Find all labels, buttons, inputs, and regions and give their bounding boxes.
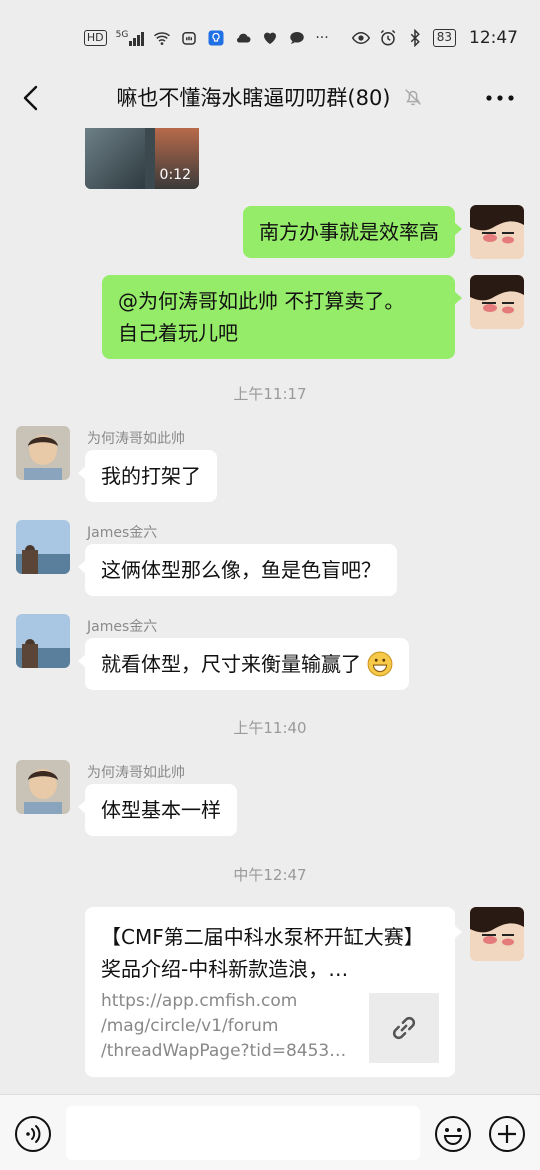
child-photo-avatar-icon	[16, 760, 70, 814]
message-text: 这俩体型那么像，鱼是色盲吧？	[101, 558, 381, 582]
sender-name: 为何涛哥如此帅	[87, 765, 185, 781]
signal-icon: 5G	[116, 30, 145, 46]
chat-bubble-icon	[290, 32, 305, 44]
member-avatar[interactable]	[16, 614, 70, 668]
link-url-line2: /mag/circle/v1/forum	[101, 1016, 279, 1036]
eye-icon	[351, 31, 370, 45]
cartoon-avatar-icon	[470, 275, 524, 329]
chat-title-wrap: 嘛也不懂海水瞎逼叨叨群(80)	[0, 82, 540, 112]
battery-indicator: 83	[432, 29, 456, 47]
message-text-line2: 自己着玩儿吧	[118, 321, 238, 345]
chat-header: 嘛也不懂海水瞎逼叨叨群(80)	[0, 70, 540, 128]
castle-photo-avatar-icon	[16, 614, 70, 668]
message-text: 南方办事就是效率高	[259, 220, 439, 244]
timestamp: 中午12:47	[233, 866, 307, 884]
my-avatar[interactable]	[470, 907, 524, 961]
timestamp: 上午11:17	[233, 385, 307, 403]
video-frame	[85, 128, 145, 189]
heart-pulse-icon	[264, 32, 277, 44]
my-avatar[interactable]	[470, 275, 524, 329]
member-message[interactable]: 我的打架了	[78, 450, 217, 502]
sender-name: 为何涛哥如此帅	[87, 431, 185, 447]
sender-name: James金六	[87, 619, 158, 635]
message-input[interactable]	[66, 1106, 420, 1160]
wifi-icon	[154, 32, 171, 45]
castle-photo-avatar-icon	[16, 520, 70, 574]
message-text: 就看体型，尺寸来衡量输赢了	[101, 652, 361, 676]
my-avatar[interactable]	[470, 205, 524, 259]
member-message[interactable]: 就看体型，尺寸来衡量输赢了	[77, 638, 410, 690]
cartoon-avatar-icon	[470, 205, 524, 259]
sender-name: James金六	[87, 525, 158, 541]
hand-icon	[182, 32, 197, 45]
member-avatar[interactable]	[16, 520, 70, 574]
message-text: 体型基本一样	[101, 798, 221, 822]
link-url: https://app.cmfish.com /mag/circle/v1/fo…	[101, 989, 359, 1064]
emoji-icon[interactable]	[434, 1115, 472, 1153]
member-avatar[interactable]	[16, 760, 70, 814]
link-url-line3: /threadWapPage?tid=8453…	[101, 1041, 347, 1061]
voice-icon[interactable]	[14, 1115, 52, 1153]
hd-badge: HD	[83, 30, 107, 46]
message-text-line1: @为何涛哥如此帅 不打算卖了。	[118, 289, 405, 313]
message-text: 我的打架了	[101, 464, 201, 488]
bluetooth-icon	[410, 29, 420, 47]
link-icon	[392, 1016, 416, 1040]
chat-title[interactable]: 嘛也不懂海水瞎逼叨叨群(80)	[116, 86, 390, 110]
alarm-icon	[380, 29, 395, 46]
plus-icon[interactable]	[488, 1115, 526, 1153]
cartoon-avatar-icon	[470, 907, 524, 961]
my-message[interactable]: 南方办事就是效率高	[243, 206, 462, 258]
video-message[interactable]: 0:12	[85, 128, 199, 189]
grinning-emoji-icon	[367, 651, 393, 677]
shared-link-card[interactable]: 【CMF第二届中科水泵杯开缸大赛】奖品介绍-中科新款造浪，… https://a…	[85, 907, 462, 1077]
status-bar: HD 5G ··· 83 12:47	[0, 0, 540, 80]
input-bar	[0, 1094, 540, 1170]
signal-label: 5G	[115, 30, 129, 40]
member-message[interactable]: 体型基本一样	[78, 784, 237, 836]
member-message[interactable]: 这俩体型那么像，鱼是色盲吧？	[78, 544, 397, 596]
link-title: 【CMF第二届中科水泵杯开缸大赛】奖品介绍-中科新款造浪，…	[101, 925, 424, 981]
status-icons: HD 5G ··· 83 12:47	[83, 28, 518, 48]
more-status-icon: ···	[315, 30, 329, 46]
more-horizontal-icon[interactable]	[484, 86, 516, 110]
video-duration: 0:12	[159, 167, 191, 183]
link-url-line1: https://app.cmfish.com	[101, 991, 298, 1011]
clock: 12:47	[469, 28, 518, 48]
app-notification-icon	[208, 30, 224, 46]
child-photo-avatar-icon	[16, 426, 70, 480]
timestamp: 上午11:40	[233, 719, 307, 737]
link-thumbnail	[369, 993, 439, 1063]
member-avatar[interactable]	[16, 426, 70, 480]
my-message[interactable]: @为何涛哥如此帅 不打算卖了。 自己着玩儿吧	[102, 275, 462, 359]
bell-off-icon	[404, 89, 421, 106]
cloud-icon	[237, 33, 251, 43]
message-list[interactable]: 0:12 南方办事就是效率高 @为何涛哥如此帅 不打算卖了。 自己着玩儿吧 上午…	[0, 128, 540, 1094]
